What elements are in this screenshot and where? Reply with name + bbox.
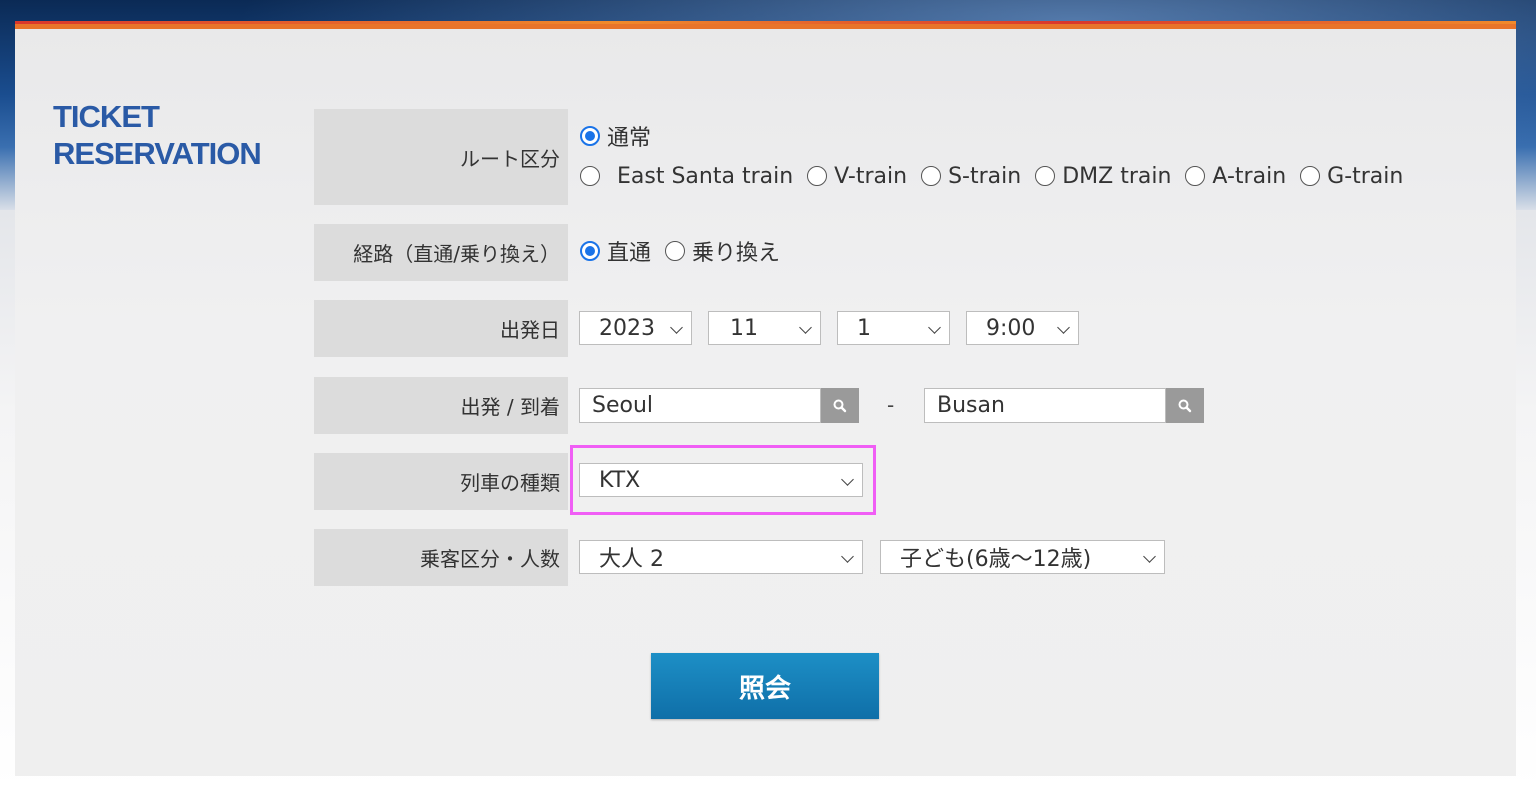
page-title-line2: RESERVATION xyxy=(53,136,262,171)
train-type-select[interactable]: KTX xyxy=(579,463,863,497)
passengers-label: 乗客区分・人数 xyxy=(314,529,568,586)
adult-count-value: 大人 2 xyxy=(599,547,664,572)
path-option-direct[interactable]: 直通 xyxy=(580,235,651,267)
day-value: 1 xyxy=(857,315,871,341)
child-count-value: 子ども(6歳〜12歳) xyxy=(900,547,1092,572)
stations-label: 出発 / 到着 xyxy=(314,377,568,434)
route-option-label: G-train xyxy=(1327,163,1404,189)
chevron-down-icon xyxy=(841,550,854,563)
train-type-label: 列車の種類 xyxy=(314,453,568,510)
route-option-label: DMZ train xyxy=(1062,163,1172,189)
search-icon xyxy=(1178,399,1192,412)
page-title-line1: TICKET xyxy=(53,99,160,134)
month-select[interactable]: 11 xyxy=(708,311,821,345)
chevron-down-icon xyxy=(1143,550,1156,563)
route-option-v-train[interactable]: V-train xyxy=(807,164,907,189)
radio-icon[interactable] xyxy=(1185,166,1206,186)
day-select[interactable]: 1 xyxy=(837,311,950,345)
chevron-down-icon xyxy=(799,321,812,334)
radio-icon[interactable] xyxy=(665,241,686,261)
chevron-down-icon xyxy=(670,321,683,334)
route-option-a-train[interactable]: A-train xyxy=(1185,164,1286,189)
route-option-label: East Santa train xyxy=(617,163,794,189)
departure-station-input[interactable]: Seoul xyxy=(579,388,821,423)
path-option-label: 直通 xyxy=(607,241,652,266)
year-select[interactable]: 2023 xyxy=(579,311,692,345)
path-option-transfer[interactable]: 乗り換え xyxy=(665,235,780,267)
page-title: TICKET RESERVATION xyxy=(53,98,262,172)
departure-date-label: 出発日 xyxy=(314,300,568,357)
route-type-label: ルート区分 xyxy=(314,109,568,205)
chevron-down-icon xyxy=(841,473,854,486)
route-option-label: A-train xyxy=(1212,163,1287,189)
station-separator: - xyxy=(887,393,895,417)
radio-icon[interactable] xyxy=(580,166,600,186)
month-value: 11 xyxy=(730,315,758,341)
route-option-dmz-train[interactable]: DMZ train xyxy=(1035,164,1171,189)
adult-count-select[interactable]: 大人 2 xyxy=(579,540,863,574)
route-type-row-1: 通常 xyxy=(580,120,665,152)
route-option-east-santa[interactable]: East Santa train xyxy=(580,164,793,189)
route-option-label: S-train xyxy=(948,163,1022,189)
departure-search-button[interactable] xyxy=(821,388,859,423)
arrival-search-button[interactable] xyxy=(1166,388,1204,423)
search-icon xyxy=(833,399,847,412)
path-options: 直通 乗り換え xyxy=(580,236,794,266)
chevron-down-icon xyxy=(928,321,941,334)
route-option-g-train[interactable]: G-train xyxy=(1300,164,1403,189)
time-value: 9:00 xyxy=(986,315,1036,341)
time-select[interactable]: 9:00 xyxy=(966,311,1079,345)
route-type-row-2: East Santa train V-train S-train DMZ tra… xyxy=(580,161,1417,191)
route-option-normal[interactable]: 通常 xyxy=(580,120,651,152)
radio-icon[interactable] xyxy=(921,166,942,186)
radio-icon[interactable] xyxy=(807,166,828,186)
route-option-label: 通常 xyxy=(607,126,652,151)
chevron-down-icon xyxy=(1057,321,1070,334)
route-option-label: V-train xyxy=(834,163,908,189)
radio-checked-icon[interactable] xyxy=(580,126,600,146)
year-value: 2023 xyxy=(599,315,655,341)
route-option-s-train[interactable]: S-train xyxy=(921,164,1021,189)
path-option-label: 乗り換え xyxy=(692,241,781,266)
search-submit-button[interactable]: 照会 xyxy=(651,653,879,719)
train-type-value: KTX xyxy=(599,467,641,493)
arrival-station-input[interactable]: Busan xyxy=(924,388,1166,423)
child-count-select[interactable]: 子ども(6歳〜12歳) xyxy=(880,540,1165,574)
path-label: 経路（直通/乗り換え） xyxy=(314,224,568,281)
radio-icon[interactable] xyxy=(1035,166,1056,186)
radio-icon[interactable] xyxy=(1300,166,1321,186)
radio-checked-icon[interactable] xyxy=(580,241,600,261)
